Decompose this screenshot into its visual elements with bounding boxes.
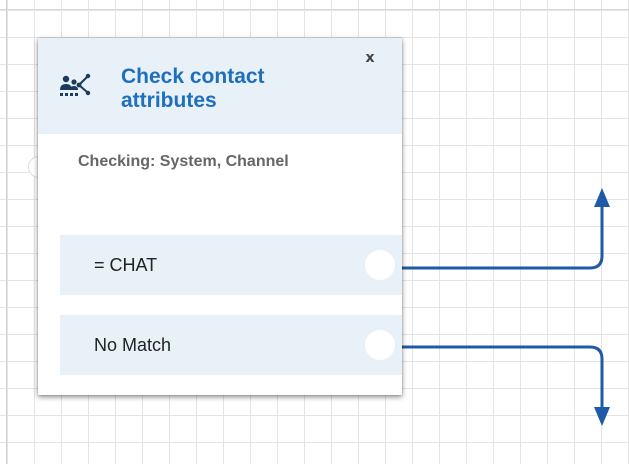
block-header[interactable]: Check contact attributes x bbox=[38, 38, 402, 134]
canvas-border-left bbox=[6, 0, 7, 464]
arrow-up-icon bbox=[594, 188, 610, 207]
branch-label: = CHAT bbox=[94, 255, 158, 275]
connector-no-match-branch bbox=[398, 345, 604, 408]
flow-canvas[interactable]: Check contact attributes x Checking: Sys… bbox=[0, 0, 629, 464]
check-contact-attributes-icon bbox=[60, 73, 91, 96]
branch-label: No Match bbox=[94, 335, 172, 355]
block-description: Checking: System, Channel bbox=[78, 153, 289, 170]
branch-no-match[interactable]: No Match bbox=[60, 315, 402, 375]
branch-chat[interactable]: = CHAT bbox=[60, 235, 402, 295]
arrow-down-icon bbox=[594, 407, 610, 426]
canvas-border-top bbox=[0, 9, 629, 10]
connector-chat-branch bbox=[398, 205, 604, 270]
branch-output-port[interactable] bbox=[365, 250, 395, 280]
branch-output-port[interactable] bbox=[365, 330, 395, 360]
close-button[interactable]: x bbox=[362, 50, 378, 68]
check-contact-attributes-block[interactable]: Check contact attributes x Checking: Sys… bbox=[38, 38, 402, 395]
block-title: Check contact attributes bbox=[121, 65, 265, 112]
